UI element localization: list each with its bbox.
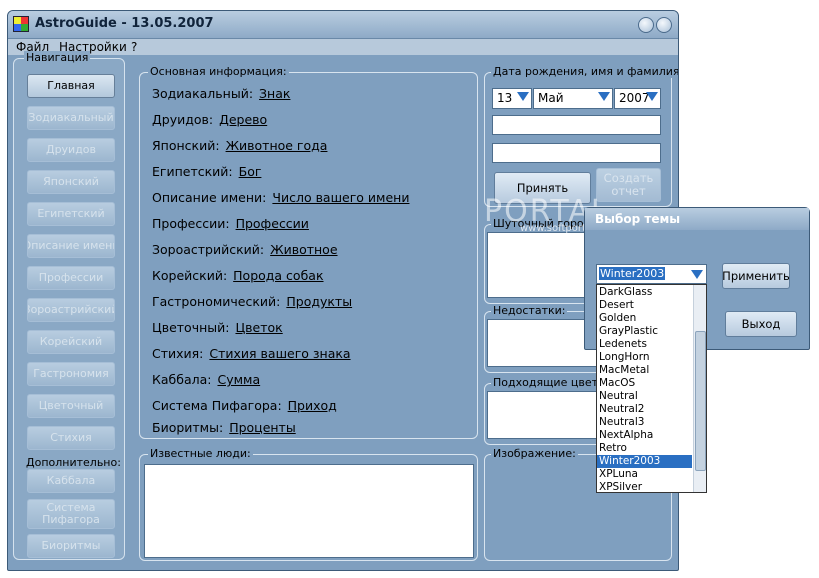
theme-option[interactable]: Desert (599, 299, 634, 312)
info-row: Гастрономический: Продукты (152, 294, 353, 309)
info-row: Друидов: Дерево (152, 112, 268, 127)
famous-people-legend: Известные люди: (148, 447, 253, 460)
nav-japanese-button[interactable]: Японский (27, 170, 115, 194)
info-row: Зодиакальный: Знак (152, 86, 291, 101)
theme-dialog-title[interactable]: Выбор темы (585, 208, 809, 230)
info-link[interactable]: Дерево (219, 112, 267, 127)
nav-druid-button[interactable]: Друидов (27, 138, 115, 162)
info-link[interactable]: Животное года (226, 138, 328, 153)
info-link[interactable]: Цветок (235, 320, 282, 335)
famous-people-group: Известные люди: (139, 447, 478, 561)
theme-option[interactable]: XPSilver (599, 481, 642, 494)
dropdown-arrow-icon (691, 270, 703, 279)
info-link[interactable]: Порода собак (233, 268, 323, 283)
info-row: Корейский: Порода собак (152, 268, 324, 283)
theme-list-scrollbar[interactable] (693, 285, 706, 492)
theme-option[interactable]: Neutral3 (599, 416, 644, 429)
nav-kabbalah-button[interactable]: Каббала (27, 469, 115, 493)
theme-option[interactable]: Golden (599, 312, 636, 325)
image-legend: Изображение: (491, 447, 578, 460)
info-link[interactable]: Животное (270, 242, 337, 257)
dropdown-arrow-icon (517, 92, 529, 101)
menu-bar: Файл Настройки ? (8, 39, 678, 55)
nav-name-button[interactable]: Описание имени (27, 234, 115, 258)
theme-option[interactable]: Neutral (599, 390, 638, 403)
nav-flower-button[interactable]: Цветочный (27, 394, 115, 418)
info-row: Биоритмы: Проценты (152, 420, 296, 435)
theme-option[interactable]: XPLuna (599, 468, 638, 481)
colors-legend: Подходящие цвета: (491, 376, 611, 389)
month-select[interactable]: Май (533, 88, 613, 109)
info-link[interactable]: Стихия вашего знака (209, 346, 350, 361)
app-icon (13, 16, 29, 32)
nav-biorhythm-button[interactable]: Биоритмы (27, 534, 115, 558)
main-window: AstroGuide - 13.05.2007 Файл Настройки ?… (7, 10, 679, 571)
name-input[interactable] (492, 115, 661, 135)
info-link[interactable]: Приход (288, 398, 337, 413)
info-link[interactable]: Проценты (229, 420, 296, 435)
day-select[interactable]: 13 (492, 88, 532, 109)
info-row: Система Пифагора: Приход (152, 398, 337, 413)
navigation-panel: Навигация Главная Зодиакальный Друидов Я… (13, 51, 125, 560)
info-link[interactable]: Продукты (286, 294, 352, 309)
nav-main-button[interactable]: Главная (27, 74, 115, 98)
nav-professions-button[interactable]: Профессии (27, 266, 115, 290)
close-button[interactable] (656, 17, 672, 33)
dropdown-arrow-icon (646, 92, 658, 101)
dropdown-arrow-icon (598, 92, 610, 101)
flaws-legend: Недостатки: (491, 304, 568, 317)
info-row: Описание имени: Число вашего имени (152, 190, 410, 205)
apply-theme-button[interactable]: Применить (722, 263, 790, 289)
title-bar[interactable]: AstroGuide - 13.05.2007 (8, 11, 678, 39)
info-link[interactable]: Число вашего имени (272, 190, 409, 205)
menu-help[interactable]: ? (131, 40, 137, 54)
info-row: Стихия: Стихия вашего знака (152, 346, 351, 361)
scrollbar-thumb[interactable] (695, 331, 706, 471)
theme-option[interactable]: GrayPlastic (599, 325, 658, 338)
nav-element-button[interactable]: Стихия (27, 426, 115, 450)
famous-people-box[interactable] (144, 464, 474, 558)
year-select[interactable]: 2007 (614, 88, 661, 109)
theme-option-highlighted[interactable]: Winter2003 (597, 455, 692, 468)
exit-button[interactable]: Выход (725, 311, 797, 337)
info-row: Каббала: Сумма (152, 372, 261, 387)
info-row: Профессии: Профессии (152, 216, 309, 231)
nav-zoroastrian-button[interactable]: Зороастрийский (27, 298, 115, 322)
theme-list[interactable]: DarkGlass Desert Golden GrayPlastic Lede… (596, 284, 707, 493)
theme-option[interactable]: MacMetal (599, 364, 649, 377)
nav-korean-button[interactable]: Корейский (27, 330, 115, 354)
theme-option[interactable]: DarkGlass (599, 286, 652, 299)
info-link[interactable]: Знак (259, 86, 290, 101)
minimize-button[interactable] (638, 17, 654, 33)
info-row: Японский: Животное года (152, 138, 328, 153)
theme-option[interactable]: Retro (599, 442, 627, 455)
birth-legend: Дата рождения, имя и фамилия: (491, 65, 678, 78)
info-row: Цветочный: Цветок (152, 320, 283, 335)
window-title: AstroGuide - 13.05.2007 (35, 16, 214, 31)
theme-option[interactable]: LongHorn (599, 351, 650, 364)
main-info-group: Основная информация: Зодиакальный: Знак Д… (139, 65, 478, 439)
nav-pythagoras-button[interactable]: Система Пифагора (27, 499, 115, 529)
info-row: Египетский: Бог (152, 164, 262, 179)
surname-input[interactable] (492, 143, 661, 163)
theme-select[interactable]: Winter2003 (596, 264, 707, 284)
nav-egyptian-button[interactable]: Египетский (27, 202, 115, 226)
theme-option[interactable]: MacOS (599, 377, 635, 390)
theme-option[interactable]: Ledenets (599, 338, 647, 351)
nav-zodiac-button[interactable]: Зодиакальный (27, 106, 115, 130)
info-link[interactable]: Бог (239, 164, 262, 179)
info-row: Зороастрийский: Животное (152, 242, 338, 257)
theme-option[interactable]: NextAlpha (599, 429, 653, 442)
nav-gastronomy-button[interactable]: Гастрономия (27, 362, 115, 386)
info-link[interactable]: Сумма (217, 372, 260, 387)
navigation-legend: Навигация (24, 51, 91, 64)
main-info-legend: Основная информация: (148, 65, 289, 78)
theme-option[interactable]: Neutral2 (599, 403, 644, 416)
info-link[interactable]: Профессии (236, 216, 309, 231)
extra-legend: Дополнительно: (24, 456, 123, 469)
